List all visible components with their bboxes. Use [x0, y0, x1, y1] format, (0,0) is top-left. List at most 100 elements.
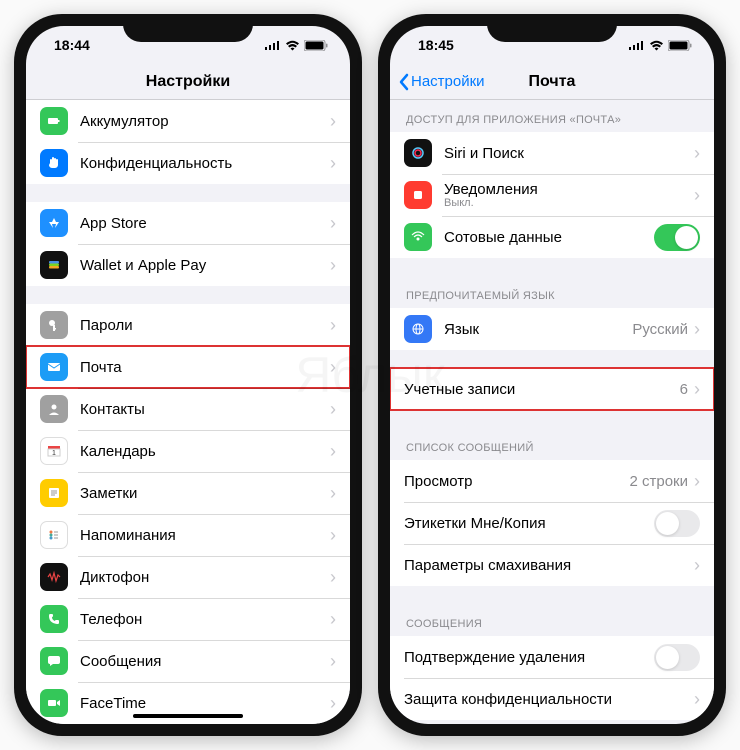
settings-row[interactable]: Wallet и Apple Pay›	[26, 244, 350, 286]
chevron-right-icon: ›	[330, 651, 336, 672]
chevron-right-icon: ›	[330, 399, 336, 420]
page-title: Почта	[529, 73, 576, 91]
settings-group: Просмотр2 строки›Этикетки Мне/КопияПарам…	[390, 460, 714, 586]
settings-row[interactable]: 1Календарь›	[26, 430, 350, 472]
calendar-icon: 1	[40, 437, 68, 465]
chevron-right-icon: ›	[330, 567, 336, 588]
battery-icon	[668, 40, 692, 51]
screen-left: 18:44 Настройки Аккумулятор›Конфиденциал…	[26, 26, 350, 724]
settings-row[interactable]: Сотовые данные	[390, 216, 714, 258]
messages-icon	[40, 647, 68, 675]
battery-icon	[304, 40, 328, 51]
chevron-right-icon: ›	[330, 525, 336, 546]
row-label: App Store	[80, 215, 330, 232]
settings-group: Аккумулятор›Конфиденциальность›	[26, 100, 350, 184]
section-header: ПРЕДПОЧИТАЕМЫЙ ЯЗЫК	[390, 276, 714, 308]
phone-right: 18:45 Настройки Почта Д	[378, 14, 726, 736]
row-label: Сотовые данные	[444, 229, 654, 246]
section-header: ДОСТУП ДЛЯ ПРИЛОЖЕНИЯ «ПОЧТА»	[390, 100, 714, 132]
row-label: Учетные записи	[404, 381, 680, 398]
chevron-right-icon: ›	[694, 379, 700, 400]
settings-row[interactable]: Подтверждение удаления	[390, 636, 714, 678]
settings-row[interactable]: Siri и Поиск›	[390, 132, 714, 174]
notes-icon	[40, 479, 68, 507]
settings-row[interactable]: Аккумулятор›	[26, 100, 350, 142]
row-value: Русский	[632, 321, 688, 338]
hand-icon	[40, 149, 68, 177]
settings-list[interactable]: Аккумулятор›Конфиденциальность›App Store…	[26, 100, 350, 724]
status-time: 18:45	[418, 37, 454, 53]
chevron-right-icon: ›	[330, 483, 336, 504]
settings-row[interactable]: Этикетки Мне/Копия	[390, 502, 714, 544]
row-label: Напоминания	[80, 527, 330, 544]
settings-row[interactable]: Телефон›	[26, 598, 350, 640]
chevron-right-icon: ›	[330, 213, 336, 234]
row-sublabel: Выкл.	[444, 197, 694, 209]
mail-settings-list[interactable]: ДОСТУП ДЛЯ ПРИЛОЖЕНИЯ «ПОЧТА»Siri и Поис…	[390, 100, 714, 724]
chevron-right-icon: ›	[694, 555, 700, 576]
facetime-icon	[40, 689, 68, 717]
row-label: Телефон	[80, 611, 330, 628]
toggle-switch[interactable]	[654, 510, 700, 537]
row-label: Просмотр	[404, 473, 629, 490]
chevron-right-icon: ›	[694, 319, 700, 340]
settings-row[interactable]: Заметки›	[26, 472, 350, 514]
chevron-left-icon	[398, 73, 409, 91]
settings-group: Учетные записи6›	[390, 368, 714, 410]
row-label: FaceTime	[80, 695, 330, 712]
chevron-right-icon: ›	[330, 441, 336, 462]
chevron-right-icon: ›	[330, 315, 336, 336]
settings-row[interactable]: Почта›	[26, 346, 350, 388]
settings-row[interactable]: Сообщения›	[26, 640, 350, 682]
chevron-right-icon: ›	[330, 357, 336, 378]
home-indicator[interactable]	[133, 714, 243, 718]
chevron-right-icon: ›	[330, 693, 336, 714]
row-value: 2 строки	[629, 473, 688, 490]
screen-right: 18:45 Настройки Почта Д	[390, 26, 714, 724]
toggle-switch[interactable]	[654, 644, 700, 671]
settings-group: ЯзыкРусский ›	[390, 308, 714, 350]
phone-icon	[40, 605, 68, 633]
chevron-right-icon: ›	[330, 609, 336, 630]
signal-icon	[629, 40, 645, 50]
voice-memo-icon	[40, 563, 68, 591]
row-label: Язык	[444, 321, 632, 338]
settings-row[interactable]: Конфиденциальность›	[26, 142, 350, 184]
status-time: 18:44	[54, 37, 90, 53]
row-label: Почта	[80, 359, 330, 376]
back-button[interactable]: Настройки	[398, 73, 485, 91]
appstore-icon	[40, 209, 68, 237]
wifi-icon	[649, 40, 664, 51]
notifications-icon	[404, 181, 432, 209]
contacts-icon	[40, 395, 68, 423]
settings-row[interactable]: ЯзыкРусский ›	[390, 308, 714, 350]
settings-row[interactable]: Параметры смахивания›	[390, 544, 714, 586]
row-label: Контакты	[80, 401, 330, 418]
settings-group: App Store›Wallet и Apple Pay›	[26, 202, 350, 286]
settings-row[interactable]: Защита конфиденциальности›	[390, 678, 714, 720]
page-title: Настройки	[146, 73, 230, 91]
settings-row[interactable]: App Store›	[26, 202, 350, 244]
reminders-icon	[40, 521, 68, 549]
settings-row[interactable]: Контакты›	[26, 388, 350, 430]
chevron-right-icon: ›	[694, 143, 700, 164]
chevron-right-icon: ›	[694, 185, 700, 206]
settings-row[interactable]: Учетные записи6›	[390, 368, 714, 410]
row-label: Конфиденциальность	[80, 155, 330, 172]
back-label: Настройки	[411, 73, 485, 90]
settings-row[interactable]: УведомленияВыкл.›	[390, 174, 714, 216]
row-label: Этикетки Мне/Копия	[404, 515, 654, 532]
settings-row[interactable]: Просмотр2 строки›	[390, 460, 714, 502]
chevron-right-icon: ›	[330, 111, 336, 132]
settings-row[interactable]: Пароли›	[26, 304, 350, 346]
row-label: Заметки	[80, 485, 330, 502]
wallet-icon	[40, 251, 68, 279]
row-label: Аккумулятор	[80, 113, 330, 130]
siri-icon	[404, 139, 432, 167]
toggle-switch[interactable]	[654, 224, 700, 251]
settings-row[interactable]: Диктофон›	[26, 556, 350, 598]
wifi-icon	[285, 40, 300, 51]
settings-row[interactable]: Напоминания›	[26, 514, 350, 556]
status-icons	[265, 40, 328, 51]
row-label: Уведомления	[444, 181, 694, 198]
